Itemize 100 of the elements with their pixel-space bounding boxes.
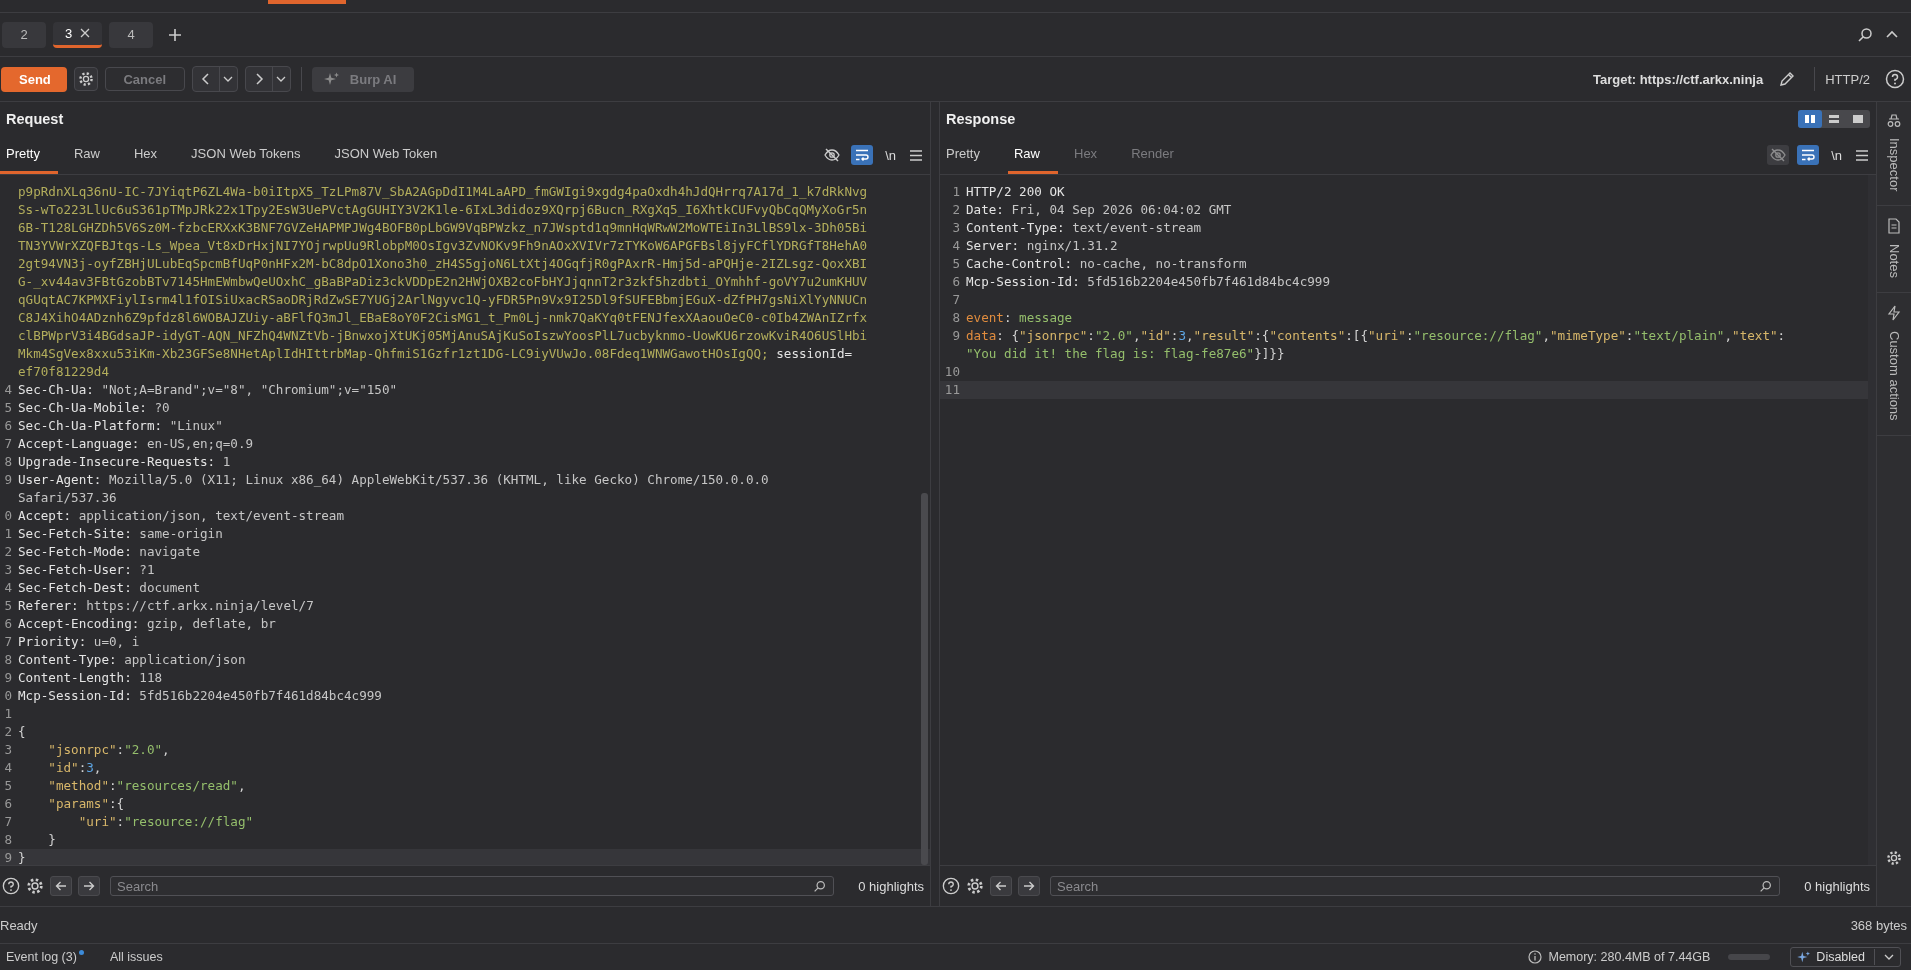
view-tab[interactable]: Pretty	[940, 136, 998, 174]
highlights-count: 0 highlights	[858, 878, 925, 894]
code-line: Referer: https://ctf.arkx.ninja/level/7	[18, 597, 314, 615]
help-icon[interactable]	[1885, 69, 1905, 89]
event-log-link[interactable]: Event log (3)	[6, 950, 77, 964]
line-number: 11	[944, 382, 960, 397]
repeater-tab[interactable]: 4	[109, 21, 154, 48]
search-icon[interactable]	[813, 880, 827, 893]
code-line: Accept-Language: en-US,en;q=0.9	[18, 435, 254, 453]
protocol-label[interactable]: HTTP/2	[1825, 71, 1870, 87]
target-label: Target: https://ctf.arkx.ninja	[1592, 71, 1764, 87]
newline-toggle[interactable]: \n	[885, 147, 897, 163]
line-number: 9	[4, 850, 12, 865]
search-icon[interactable]	[1857, 26, 1873, 43]
layout-icon	[1852, 114, 1865, 124]
code-line: "uri":"resource://flag"	[77, 813, 254, 831]
layout-icon	[1828, 114, 1841, 124]
code-line: "You did it! the flag is: flag-fe87e6"}]}}	[966, 345, 1285, 363]
search-field[interactable]: Search	[1050, 876, 1781, 896]
code-line: Sec-Ch-Ua-Mobile: ?0	[18, 399, 170, 417]
code-line: Sec-Ch-Ua: "Not;A=Brand";v="8", "Chromium";v="150"	[18, 381, 398, 399]
line-number: 5	[4, 778, 12, 793]
all-issues-link[interactable]: All issues	[109, 950, 163, 964]
arrow-left-icon	[995, 881, 1007, 891]
code-line: 6B-T128LGHZDh5V6Sz0M-fzbcERXxK3BNF7GVZeHAPMPJWg4BOFB0pLbGW9VqBPWzkz_n7JWsptd1q9mnHqWRwW2MoWTEiIn3LlBS9lx-3Dh05Bi	[18, 219, 868, 237]
code-line: Server: nginx/1.31.2	[966, 237, 1118, 255]
close-icon[interactable]	[80, 28, 91, 38]
settings-icon[interactable]	[26, 877, 44, 895]
line-number: 0	[4, 508, 12, 523]
line-number: 8	[952, 310, 960, 325]
layout-button[interactable]	[1798, 110, 1823, 128]
sidebar-tab[interactable]: Custom actions	[1877, 293, 1911, 437]
status-text: Ready	[0, 917, 38, 933]
code-line: Sec-Ch-Ua-Platform: "Linux"	[18, 417, 223, 435]
repeater-tab[interactable]: 2	[2, 21, 46, 48]
newline-toggle[interactable]: \n	[1831, 147, 1843, 163]
help-icon[interactable]	[2, 877, 20, 895]
settings-button[interactable]	[73, 67, 98, 91]
code-line: Ss-wTo223LlUc6uS361pTMpJRk22x1Tpy2EsW3UePVctAgGUHIY3V2K1le-6IxL3didoz9XQrpj6Bucn_RXgXq5_I6XhtkCUFvyQbCqQMyXoGr5n	[18, 201, 868, 219]
line-number: 8	[4, 652, 12, 667]
settings-icon[interactable]	[1886, 850, 1902, 866]
line-number: 2	[952, 202, 960, 217]
code-line: Mcp-Session-Id: 5fd516b2204e450fb7f461d84bc4c999	[966, 273, 1330, 291]
document-icon	[1887, 218, 1901, 235]
word-wrap-icon[interactable]	[1797, 145, 1820, 165]
line-number: 3	[4, 742, 12, 757]
code-line: event: message	[966, 309, 1073, 327]
sparkle-icon	[1797, 951, 1812, 963]
ai-mode-dropdown[interactable]: Disabled	[1790, 947, 1901, 967]
menu-icon[interactable]	[1856, 149, 1869, 161]
repeater-tab[interactable]: 3	[53, 21, 103, 48]
view-tab[interactable]: JSON Web Token	[328, 136, 456, 174]
view-tab[interactable]: Raw	[67, 136, 118, 174]
inspector-icon	[1886, 114, 1902, 128]
arrow-right-icon	[83, 881, 95, 891]
previous-match-button[interactable]	[50, 876, 72, 896]
code-line: qGUqtAC7KPMXFiylIsrm4l1fOISiUxacRSaoDRjRdZwSE7YUGj2ArlNgyvc1Q-yFDR5Pn9Vx9I25Dl9fSUFEBbmjEGuX-dZfPH7gsNiXlYyNNUCn	[18, 291, 868, 309]
code-line: }	[47, 831, 56, 849]
code-line: ef70f81229d4	[18, 363, 109, 381]
code-line: Content-Type: text/event-stream	[966, 219, 1202, 237]
code-line: HTTP/2 200 OK	[966, 183, 1065, 201]
layout-icon	[1804, 114, 1817, 124]
view-tab[interactable]: JSON Web Tokens	[185, 136, 319, 174]
add-tab-icon[interactable]	[168, 27, 183, 42]
pane-title: Request	[6, 111, 64, 127]
sidebar-tab[interactable]: Inspector	[1877, 102, 1911, 207]
help-icon[interactable]	[942, 877, 960, 895]
search-field[interactable]: Search	[110, 876, 835, 896]
code-line: p9pRdnXLq36nU-IC-7JYiqtP6ZL4Wa-b0iItpX5_TzLPm87V_SbA2AGpDdI1M4LaAPD_fmGWIgi9xgdg4paOxdh4hJdQHrrq7A17d_1_k7dRkNvg	[18, 183, 868, 201]
search-icon[interactable]	[1759, 880, 1773, 893]
settings-icon[interactable]	[966, 877, 984, 895]
line-number: 1	[4, 526, 12, 541]
next-match-button[interactable]	[1018, 876, 1040, 896]
line-number: 9	[952, 328, 960, 343]
line-number: 4	[4, 760, 12, 775]
code-line: TN3YVWrXZQFBJtqs-Ls_Wpea_Vt8xDrHxjNI7YOjrwpUu9RlobpM0OsIgv3ZvNOKv9Fh9nAOxXVIVr7zTYKoW6APGFBsl8jyFCflYDRGfT8HehA0	[18, 237, 868, 255]
code-line: Cache-Control: no-cache, no-transform	[966, 255, 1247, 273]
code-line: Sec-Fetch-Mode: navigate	[18, 543, 200, 561]
previous-match-button[interactable]	[990, 876, 1012, 896]
arrow-right-icon	[1023, 881, 1035, 891]
word-wrap-icon[interactable]	[851, 145, 874, 165]
line-number: 6	[952, 274, 960, 289]
next-match-button[interactable]	[78, 876, 100, 896]
line-number: 8	[4, 454, 12, 469]
code-line: C8J4XihO4ADznh6Z9pfdz8l6WOBAJZUiy-aBFlfQ3mJl_EBaE8oY0F2CisMG1_t_Pm0Lj-nmk7QaKYq0tFENJfexXAaouOeC0-c0Ib4ZWAnIZrfx	[18, 309, 868, 327]
line-number: 7	[4, 634, 12, 649]
code-line: Sec-Fetch-Dest: document	[18, 579, 200, 597]
sidebar-tab[interactable]: Notes	[1877, 206, 1911, 294]
menu-icon[interactable]	[910, 149, 923, 161]
line-number: 1	[4, 706, 12, 721]
line-number: 4	[4, 382, 12, 397]
line-number: 7	[4, 814, 12, 829]
scrollbar[interactable]	[921, 493, 929, 865]
chevron-right-icon	[253, 73, 264, 85]
line-number: 5	[952, 256, 960, 271]
gear-icon	[77, 71, 94, 87]
arrow-left-icon	[55, 881, 67, 891]
code-line: Content-Length: 118	[18, 669, 163, 687]
view-tab[interactable]: Hex	[128, 136, 176, 174]
line-number: 6	[4, 796, 12, 811]
